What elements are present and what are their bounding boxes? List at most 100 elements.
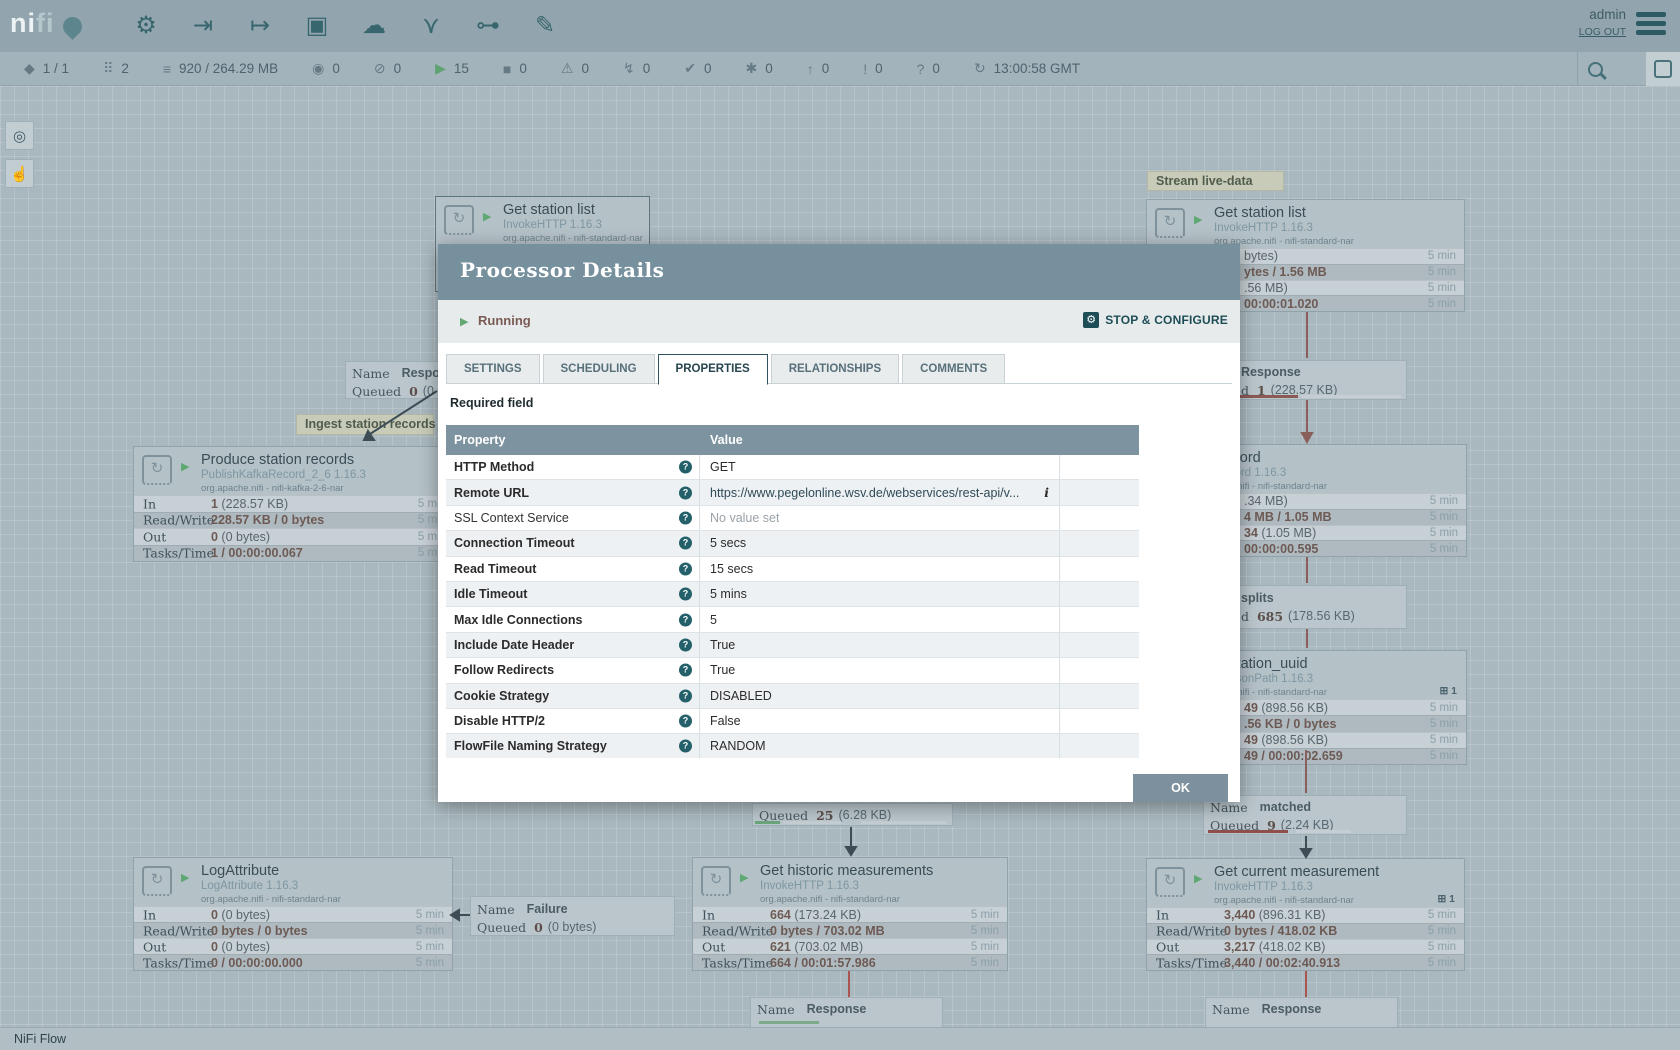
property-value-cell[interactable]: GET [700, 455, 1060, 479]
tab-properties[interactable]: PROPERTIES [658, 354, 768, 385]
nifi-logo: nifi [10, 8, 82, 39]
locally-modified-versioned-count: 0 [765, 61, 773, 76]
queue-load-bar [1239, 395, 1298, 398]
processor-log-attribute[interactable]: ↻▶LogAttributeLogAttribute 1.16.3org.apa… [133, 857, 453, 971]
label-tool-icon[interactable]: ✎ [527, 6, 563, 44]
tab-comments[interactable]: COMMENTS [902, 354, 1005, 384]
square-icon [1654, 60, 1672, 78]
property-value-cell[interactable]: 5 [700, 607, 1060, 631]
help-icon[interactable]: ? [679, 537, 692, 550]
property-row: Read Timeout?15 secs [446, 557, 1139, 582]
property-value-cell[interactable]: DISABLED [700, 684, 1060, 708]
property-name-cell: Cookie Strategy? [446, 684, 700, 708]
funnel-tool-icon[interactable]: ⋎ [413, 6, 449, 44]
help-icon[interactable]: ? [679, 740, 692, 753]
properties-table-header: Property Value [446, 425, 1139, 455]
property-value-cell[interactable]: https://www.pegelonline.wsv.de/webservic… [700, 480, 1060, 504]
processor-stat-row: Out3,217 (418.02 KB)5 min [1147, 939, 1464, 955]
status-up-to-date-versioned: ✔0 [684, 60, 711, 77]
logout-link[interactable]: LOG OUT [1579, 26, 1626, 38]
property-value-cell[interactable]: 5 secs [700, 531, 1060, 555]
queue-load-bar [759, 1021, 819, 1024]
search-button[interactable] [1577, 52, 1612, 86]
status-disabled-components: ↯0 [623, 60, 650, 77]
queue-load-bar [1301, 395, 1401, 398]
processor-name: Produce station records [201, 452, 354, 468]
tab-settings[interactable]: SETTINGS [446, 354, 540, 384]
help-icon[interactable]: ? [679, 588, 692, 601]
sync-failure-versioned-icon: ? [917, 61, 925, 77]
property-value-cell[interactable]: RANDOM [700, 734, 1060, 758]
process-group-tool-icon[interactable]: ▣ [299, 6, 335, 44]
help-icon[interactable]: ? [679, 664, 692, 677]
navigate-panel-button[interactable]: ◎ [5, 121, 34, 150]
navigate-icon: ◎ [13, 127, 26, 145]
processor-get-historic-measurements[interactable]: ↻▶Get historic measurementsInvokeHTTP 1.… [692, 857, 1008, 971]
status-locally-modified-versioned: ✱0 [745, 60, 772, 77]
property-value-cell[interactable]: False [700, 709, 1060, 733]
help-icon[interactable]: ? [679, 461, 692, 474]
active-threads-count: 2 [121, 61, 129, 76]
help-icon[interactable]: ? [679, 562, 692, 575]
processor-icon: ↻ [1155, 208, 1185, 238]
help-icon[interactable]: ? [679, 715, 692, 728]
status-invalid-components: ⚠0 [561, 60, 589, 77]
operate-panel-button[interactable]: ☝ [5, 159, 34, 188]
connection-label-failure[interactable]: NameFailureQueued 0(0 bytes) [470, 896, 675, 936]
status-not-transmitting-remote-groups: ⊘0 [374, 60, 401, 77]
property-name-cell: FlowFile Naming Strategy? [446, 734, 700, 758]
processor-icon: ↻ [142, 455, 172, 485]
help-icon[interactable]: ? [679, 638, 692, 651]
property-row: Include Date Header?True [446, 633, 1139, 658]
tab-relationships[interactable]: RELATIONSHIPS [771, 354, 899, 384]
connection-queued-row: Queued 0(0 bytes) [471, 918, 674, 936]
tab-scheduling[interactable]: SCHEDULING [543, 354, 655, 384]
property-name-cell: Include Date Header? [446, 633, 700, 657]
label-stream-live-data[interactable]: Stream live-data [1147, 171, 1284, 191]
value-column-header: Value [700, 433, 1060, 447]
processor-tool-icon[interactable]: ⚙ [128, 6, 164, 44]
processor-get-current-measurement[interactable]: ↻▶Get current measurementInvokeHTTP 1.16… [1146, 858, 1465, 971]
processor-stat-row: Read/Write0 bytes / 703.02 MB5 min [693, 922, 1007, 938]
property-row: FlowFile Naming Strategy?RANDOM [446, 734, 1139, 758]
status-locally-modified-stale-versioned: !0 [863, 60, 882, 77]
property-value-cell[interactable]: True [700, 658, 1060, 682]
processor-produce-station-records[interactable]: ↻▶Produce station recordsPublishKafkaRec… [133, 446, 455, 562]
processor-stat-row: Tasks/Time3,440 / 00:02:40.9135 min [1147, 954, 1464, 970]
global-menu-icon[interactable] [1636, 12, 1666, 39]
dialog-status-row: ▶ Running ⚙ STOP & CONFIGURE [438, 300, 1240, 343]
nifi-application: nifi ⚙⇥↦▣☁⋎⊶✎ admin LOG OUT ◆1 / 1⠿2≡920… [0, 0, 1680, 1050]
template-tool-icon[interactable]: ⊶ [470, 6, 506, 44]
required-field-note: Required field [450, 396, 533, 410]
input-port-tool-icon[interactable]: ⇥ [185, 6, 221, 44]
help-icon[interactable]: ? [679, 511, 692, 524]
label-ingest-station-records[interactable]: Ingest station records [296, 414, 434, 435]
property-value-cell[interactable]: True [700, 633, 1060, 657]
processor-stat-row: Out621 (703.02 MB)5 min [693, 938, 1007, 954]
property-value-cell[interactable]: 15 secs [700, 557, 1060, 581]
processor-stat-row: Tasks/Time0 / 00:00:00.0005 min [134, 954, 452, 970]
search-icon [1588, 62, 1603, 77]
stop-configure-button[interactable]: ⚙ STOP & CONFIGURE [1083, 312, 1228, 328]
locally-modified-versioned-icon: ✱ [745, 60, 757, 77]
canvas-tool-button[interactable] [1646, 52, 1680, 86]
property-row: Remote URL?https://www.pegelonline.wsv.d… [446, 480, 1139, 505]
queue-load-bar [755, 821, 780, 824]
breadcrumb[interactable]: NiFi Flow [14, 1032, 66, 1046]
refresh-icon[interactable]: ↻ [974, 60, 986, 77]
output-port-tool-icon[interactable]: ↦ [242, 6, 278, 44]
remote-process-group-tool-icon[interactable]: ☁ [356, 6, 392, 44]
help-icon[interactable]: ? [679, 486, 692, 499]
run-status-icon: ▶ [1194, 213, 1202, 226]
property-row: Disable HTTP/2?False [446, 709, 1139, 734]
running-status-label: Running [478, 313, 531, 328]
help-icon[interactable]: ? [679, 689, 692, 702]
ok-button[interactable]: OK [1133, 774, 1228, 802]
run-status-icon: ▶ [740, 871, 748, 884]
stale-versioned-icon: ↑ [807, 61, 814, 77]
disabled-components-icon: ↯ [623, 60, 635, 77]
connection-label-queued-25[interactable]: Queued 25(6.28 KB) [752, 803, 953, 826]
property-value-cell[interactable]: No value set [700, 506, 1060, 530]
property-value-cell[interactable]: 5 mins [700, 582, 1060, 606]
help-icon[interactable]: ? [679, 613, 692, 626]
